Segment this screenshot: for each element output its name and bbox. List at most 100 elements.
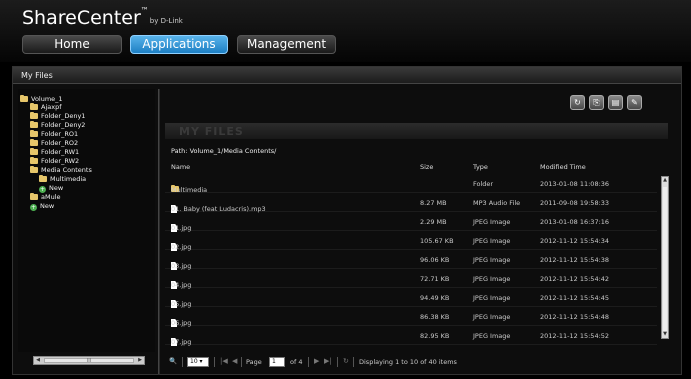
file-modified: 2013-01-08 11:08:36 [540,180,610,188]
file-type: JPEG Image [473,313,511,321]
column-header-modified[interactable]: Modified Time [540,163,586,171]
folder-icon [30,139,38,146]
paste-icon[interactable]: ▤ [608,95,623,110]
tree-label: New [40,202,55,210]
add-icon: + [30,204,37,211]
path-breadcrumb: Path: Volume_1/Media Contents/ [171,147,276,155]
tree-label: aMule [41,193,61,201]
scroll-left-icon[interactable]: ◀ [34,357,42,364]
tree-label: Media Contents [41,166,92,174]
scroll-up-icon[interactable]: ▲ [662,177,668,184]
panel-divider[interactable] [158,89,160,374]
banner: MY FILES [165,123,668,139]
search-icon[interactable]: 🔍 [169,357,177,365]
tree-item-new-root[interactable]: + New [30,202,54,211]
folder-open-icon [30,166,38,173]
table-row[interactable]: 05.jpg 94.49 KB JPEG Image 2012-11-12 15… [165,288,657,308]
tree-item-folder-deny2[interactable]: Folder_Deny2 [30,121,85,130]
scrollbar-thumb[interactable] [663,187,667,331]
tree-item-multimedia[interactable]: Multimedia [39,175,86,184]
file-type: MP3 Audio File [473,199,521,207]
tree-label: Folder_Deny2 [41,121,86,129]
file-size: 82.95 KB [420,332,450,340]
divider [182,357,183,367]
tab-home[interactable]: Home [22,35,122,54]
folder-icon [30,121,38,128]
banner-title: MY FILES [179,125,244,138]
path-label: Path: [171,147,188,155]
folder-icon [20,95,28,102]
copy-icon[interactable]: ⎘ [589,95,604,110]
tree-item-folder-rw2[interactable]: Folder_RW2 [30,157,79,166]
file-type: JPEG Image [473,275,511,283]
file-size: 72.71 KB [420,275,450,283]
file-modified: 2011-09-08 19:58:33 [540,199,610,207]
last-page-icon[interactable]: ▶| [324,357,332,365]
refresh-icon[interactable]: ↻ [570,95,585,110]
folder-icon [30,103,38,110]
file-size: 96.06 KB [420,256,450,264]
tree-label: Folder_RO2 [41,139,79,147]
folder-icon [30,148,38,155]
tree-item-new[interactable]: + New [39,184,63,193]
page-size-value: 10 [190,358,198,365]
rename-icon[interactable]: ✎ [627,95,642,110]
table-row[interactable]: 01. Baby (feat Ludacris).mp3 8.27 MB MP3… [165,193,657,213]
file-list-vertical-scrollbar[interactable]: ▲ ▼ [661,176,669,339]
column-header-type[interactable]: Type [473,163,488,171]
tree-item-media-contents[interactable]: Media Contents [30,166,92,175]
table-row[interactable]: 01.jpg 2.29 MB JPEG Image 2013-01-08 16:… [165,212,657,232]
folder-icon [30,130,38,137]
file-list-area: ↻ ⎘ ▤ ✎ MY FILES Path: Volume_1/Media Co… [163,89,681,374]
file-size: 94.49 KB [420,294,450,302]
table-row[interactable]: 06.jpg 86.38 KB JPEG Image 2012-11-12 15… [165,307,657,327]
tree-label: New [49,184,64,192]
brand-logo: ShareCenter™by D-Link [22,6,183,29]
first-page-icon[interactable]: |◀ [220,357,228,365]
scrollbar-thumb[interactable]: III [44,358,134,364]
next-page-icon[interactable]: ▶ [314,357,319,365]
brand-by: by D-Link [149,17,183,25]
file-modified: 2013-01-08 16:37:16 [540,218,610,226]
file-name-text: 07.jpg [171,338,192,346]
folder-icon [39,175,47,182]
file-type: JPEG Image [473,237,511,245]
tree-item-folder-ro2[interactable]: Folder_RO2 [30,139,78,148]
tree-item-folder-rw1[interactable]: Folder_RW1 [30,148,79,157]
tree-item-folder-ro1[interactable]: Folder_RO1 [30,130,78,139]
table-row[interactable]: 02.jpg 105.67 KB JPEG Image 2012-11-12 1… [165,231,657,251]
divider [308,357,309,367]
tree-label: Multimedia [50,175,87,183]
scroll-right-icon[interactable]: ▶ [136,357,144,364]
page-number-input[interactable]: 1 [269,357,285,367]
tab-management[interactable]: Management [237,35,336,54]
column-header-name[interactable]: Name [171,163,190,171]
file-modified: 2012-11-12 15:54:34 [540,237,610,245]
tree-label: Folder_Deny1 [41,112,86,120]
my-files-panel: My Files Volume_1 Ajaxpf Folder_Deny1 Fo… [12,66,682,375]
table-row[interactable]: 04.jpg 72.71 KB JPEG Image 2012-11-12 15… [165,269,657,289]
file-modified: 2012-11-12 15:54:45 [540,294,610,302]
prev-page-icon[interactable]: ◀ [232,357,237,365]
column-header-size[interactable]: Size [420,163,433,171]
file-type: JPEG Image [473,294,511,302]
tree-item-folder-deny1[interactable]: Folder_Deny1 [30,112,85,121]
folder-icon [30,112,38,119]
divider [353,357,354,367]
file-modified: 2012-11-12 15:54:38 [540,256,610,264]
tree-item-amule[interactable]: aMule [30,193,61,202]
tree-item-ajaxpf[interactable]: Ajaxpf [30,103,62,112]
pagination-status: Displaying 1 to 10 of 40 items [359,358,457,366]
brand-name: ShareCenter [22,7,141,29]
table-row[interactable]: Multimedia Folder 2013-01-08 11:08:36 [165,174,657,194]
scroll-down-icon[interactable]: ▼ [662,331,668,338]
table-row[interactable]: 07.jpg 82.95 KB JPEG Image 2012-11-12 15… [165,326,657,346]
tab-applications[interactable]: Applications [130,35,228,54]
tree-horizontal-scrollbar[interactable]: ◀ III ▶ [33,356,145,365]
page-size-select[interactable]: 10 ▾ [187,357,209,367]
table-row[interactable]: 03.jpg 96.06 KB JPEG Image 2012-11-12 15… [165,250,657,270]
refresh-icon[interactable]: ↻ [343,357,349,365]
file-size: 86.38 KB [420,313,450,321]
file-modified: 2012-11-12 15:54:42 [540,275,610,283]
file-size: 2.29 MB [420,218,447,226]
